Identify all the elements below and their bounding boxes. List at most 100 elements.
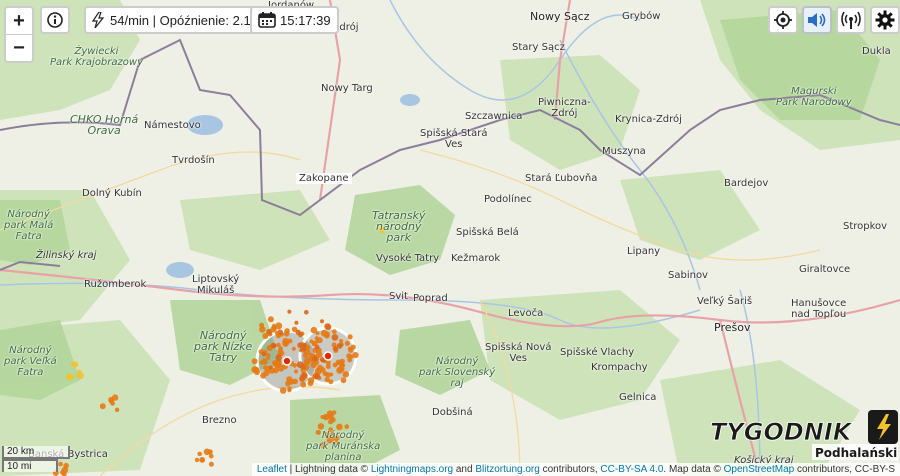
strike-dot [317, 423, 325, 430]
label-tvrdosin: Tvrdošín [172, 155, 215, 166]
label-velky-saris: Veľký Šariš [697, 296, 753, 307]
strike-dot [70, 362, 75, 367]
strike-dot [307, 377, 315, 384]
strike-dot [347, 346, 353, 351]
signal-icon [841, 11, 861, 29]
strike-dot [114, 407, 120, 412]
strike-dot [297, 332, 304, 338]
sound-button[interactable] [802, 6, 832, 34]
map-scale: 20 km 10 mi [2, 446, 70, 472]
label-stropkov: Stropkov [843, 221, 888, 232]
tygodnik-logo-graphic: TYGODNIK Podhalański [710, 410, 898, 460]
scale-km: 20 km [2, 446, 70, 459]
lightningmaps-link[interactable]: Lightningmaps.org [371, 464, 453, 475]
label-magurski-park: Magurski Park Narodowy [776, 86, 852, 108]
strike-dot [262, 333, 269, 339]
zoom-in-button[interactable]: + [6, 8, 32, 34]
label-grybow: Grybów [622, 11, 661, 22]
strike-dot [336, 343, 343, 349]
strike-dot [65, 373, 73, 380]
label-svit: Svit [389, 291, 408, 302]
strike-dot [301, 371, 308, 378]
strike-dot [303, 358, 311, 365]
strike-dot [292, 363, 298, 368]
strike-latest-dot [282, 356, 292, 366]
strike-dot [302, 343, 307, 347]
strike-dot [294, 320, 299, 325]
label-nowy-sacz: Nowy Sącz [530, 10, 590, 23]
locate-button[interactable] [768, 6, 798, 34]
strike-dot [275, 354, 282, 361]
strike-dot [278, 346, 284, 351]
strike-dot [319, 367, 326, 373]
strike-dot [316, 337, 323, 344]
leaflet-link[interactable]: Leaflet [257, 464, 287, 475]
attribution-text-5: contributors, CC-BY-S [794, 464, 895, 475]
strike-dot [315, 331, 320, 336]
scale-mi: 10 mi [2, 459, 58, 472]
settings-button[interactable] [870, 6, 900, 34]
strike-dot [284, 328, 290, 334]
osm-link[interactable]: OpenStreetMap [724, 464, 795, 475]
label-tatransky-park: Tatranský národný park [372, 209, 426, 244]
strike-dot [291, 346, 296, 351]
signal-button[interactable] [836, 6, 866, 34]
sound-icon [808, 13, 826, 27]
strike-dot [261, 352, 267, 357]
blitzortung-link[interactable]: Blitzortung.org [475, 464, 539, 475]
label-dobsina: Dobšiná [432, 407, 473, 418]
strike-rate-status: 54/min | Opóźnienie: 2.1s [84, 6, 266, 34]
strike-dot [347, 334, 353, 340]
strike-dot [253, 368, 261, 376]
strike-dot [296, 361, 304, 368]
strike-dot [268, 365, 273, 370]
label-kezmarok: Kežmarok [451, 253, 501, 264]
label-krompachy: Krompachy [591, 362, 648, 373]
label-np-muranska: Národný park Muránska planina [306, 430, 381, 463]
zoom-out-button[interactable]: − [6, 34, 32, 61]
strike-dot [338, 365, 344, 370]
label-dukla: Dukla [862, 46, 891, 57]
strike-dot [275, 322, 283, 330]
label-piwniczna: Piwniczna- Zdrój [538, 97, 591, 119]
info-button[interactable] [40, 6, 70, 34]
strike-dot [332, 410, 337, 415]
locate-icon [774, 11, 792, 29]
strike-dot [276, 333, 281, 339]
strike-dot [314, 373, 321, 380]
strike-dot [304, 310, 309, 315]
map-container[interactable]: Jordanów Rabka-Zdrój Nowy Sącz Grybów Ży… [0, 0, 900, 476]
label-chko-orava: CHKO Horná Orava [70, 113, 139, 137]
strike-dot [300, 381, 307, 388]
label-levoca: Levoča [508, 308, 544, 319]
strike-dot [329, 372, 334, 377]
calendar-icon [258, 12, 276, 28]
time-status[interactable]: 15:17:39 [250, 6, 339, 34]
attribution-text-1: | Lightning data © [286, 464, 371, 475]
attribution-text-4: . Map data © [663, 464, 724, 475]
tygodnik-logo: TYGODNIK Podhalański [708, 410, 898, 466]
cc-license-link[interactable]: CC-BY-SA 4.0 [600, 464, 663, 475]
strike-dot [267, 316, 274, 323]
strike-dot [203, 448, 211, 456]
label-liptovsky-mikulas: Liptovský Mikuláš [192, 274, 240, 296]
strike-dot [322, 415, 327, 420]
strike-dot [294, 369, 298, 374]
time-text: 15:17:39 [280, 12, 331, 28]
logo-main-text: TYGODNIK [710, 418, 854, 446]
strike-dot [270, 342, 277, 349]
strike-dot [324, 323, 331, 330]
strike-dot [259, 326, 266, 333]
label-krynica: Krynica-Zdrój [615, 114, 682, 125]
strike-dot [342, 371, 350, 378]
label-poprad: Poprad [413, 293, 448, 304]
label-spisske-vlachy: Spišské Vlachy [560, 347, 635, 358]
strike-dot [331, 329, 337, 334]
strike-dot [108, 399, 114, 404]
strike-dot [325, 364, 331, 369]
strike-dot [331, 334, 339, 341]
strike-dot [263, 370, 270, 377]
strike-latest-dot [323, 351, 333, 361]
strike-dot [340, 377, 347, 384]
strike-dot [200, 458, 205, 463]
